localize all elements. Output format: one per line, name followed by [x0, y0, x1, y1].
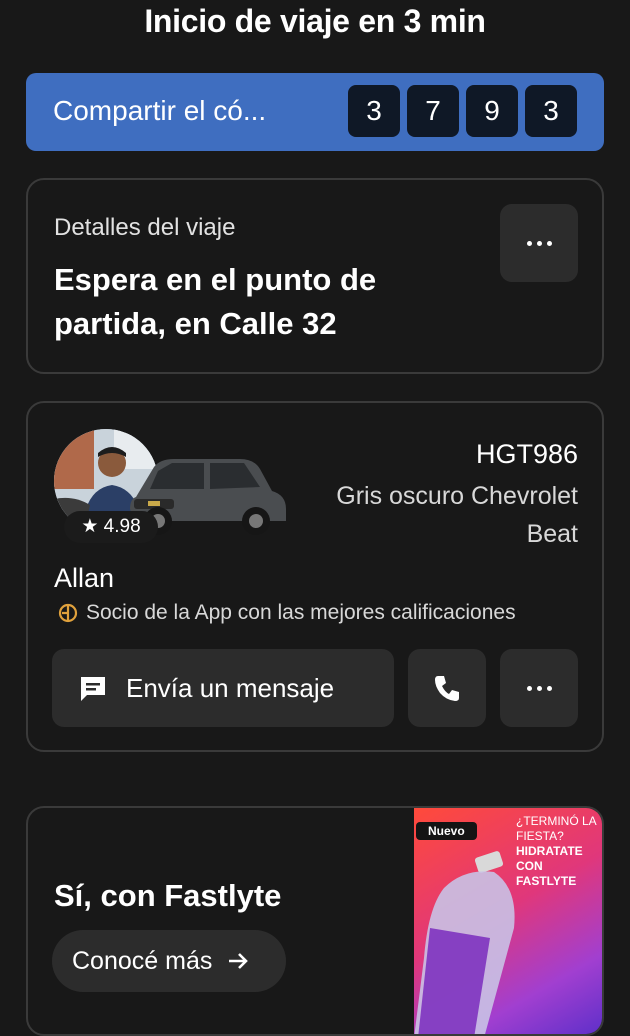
share-code-label: Compartir el có... [53, 95, 267, 126]
driver-options-button[interactable] [500, 649, 578, 727]
badge-icon [58, 603, 78, 623]
car-model: Gris oscuro Chevrolet Beat [336, 482, 578, 548]
more-dots-icon [526, 685, 552, 691]
driver-rating: ★ 4.98 [64, 511, 158, 543]
trip-details-card: Detalles del viaje Espera en el punto de… [26, 178, 604, 374]
driver-badge: Socio de la App con las mejores califica… [58, 601, 516, 625]
promo-card[interactable]: Sí, con Fastlyte Conocé más Nuevo ¿TERMI… [26, 806, 604, 1036]
trip-details-label: Detalles del viaje [54, 214, 236, 241]
message-icon [81, 677, 105, 701]
learn-more-button[interactable]: Conocé más [52, 930, 286, 992]
driver-badge-text: Socio de la App con las mejores califica… [86, 601, 516, 624]
arrow-right-icon [229, 953, 249, 969]
trip-options-button[interactable] [500, 204, 578, 282]
code-digit: 9 [466, 85, 518, 137]
code-digit: 3 [525, 85, 577, 137]
learn-more-label: Conocé más [72, 946, 213, 975]
more-dots-icon [526, 240, 552, 246]
promo-image: Nuevo ¿TERMINÓ LA FIESTA? HIDRATATE CON … [414, 808, 602, 1034]
phone-icon [435, 676, 459, 701]
driver-card: ★ 4.98 HGT986 Gris oscuro Chevrolet Beat… [26, 401, 604, 752]
trip-details-title: Espera en el punto de partida, en Calle … [54, 262, 377, 341]
send-message-button[interactable]: Envía un mensaje [52, 649, 394, 727]
license-plate: HGT986 [475, 439, 578, 469]
code-digit: 7 [407, 85, 459, 137]
code-digit: 3 [348, 85, 400, 137]
send-message-label: Envía un mensaje [126, 672, 335, 703]
page-title: Inicio de viaje en 3 min [144, 3, 486, 39]
driver-name: Allan [54, 563, 115, 593]
promo-title: Sí, con Fastlyte [54, 878, 282, 913]
call-button[interactable] [408, 649, 486, 727]
bottle-image [414, 851, 515, 1034]
share-code-bar[interactable]: Compartir el có... 3 7 9 3 [26, 73, 604, 151]
